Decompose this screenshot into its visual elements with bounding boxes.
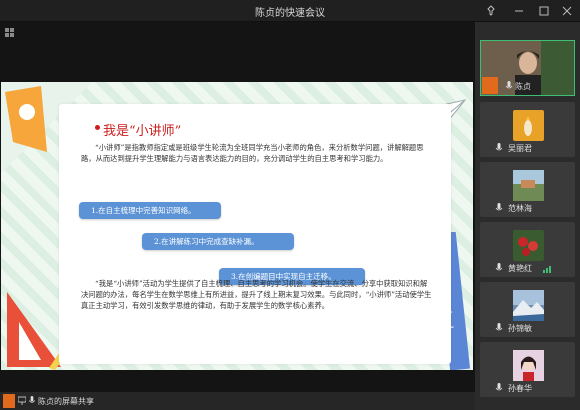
close-icon[interactable] (558, 2, 576, 20)
avatar (513, 230, 544, 261)
participant-name: 孙春华 (508, 384, 532, 393)
mic-icon (495, 383, 503, 391)
mic-icon (495, 323, 503, 331)
presentation-slide: 我是“小讲师” “小讲师”是指教师指定或是班级学生轮流为全班同学充当小老师的角色… (1, 82, 473, 370)
avatar (513, 290, 544, 321)
avatar (513, 350, 544, 381)
pin-icon[interactable] (482, 2, 500, 20)
participant-name: 吴丽君 (508, 144, 532, 153)
screen-share-label: 陈贞的屏幕共享 (38, 397, 94, 406)
participant-tile[interactable]: 吴丽君 (480, 102, 575, 157)
participant-name: 陈贞 (515, 82, 531, 91)
bottom-bar: 陈贞的屏幕共享 (0, 392, 475, 410)
slide-paragraph-1: “小讲师”是指教师指定或是班级学生轮流为全班同学充当小老师的角色，来分析数学问题… (81, 143, 424, 163)
point-1: 1.在自主梳理中完善知识网络。 (79, 202, 221, 219)
minimize-icon[interactable] (510, 2, 528, 20)
host-badge (482, 77, 498, 94)
avatar (513, 170, 544, 201)
title-bar: 陈贞的快速会议 (0, 0, 580, 22)
avatar (513, 110, 544, 141)
participant-name: 范林海 (508, 204, 532, 213)
mic-icon (495, 143, 503, 151)
title-bullet (95, 125, 100, 130)
participant-tile-camera[interactable]: 陈贞 (480, 40, 575, 96)
point-2: 2.在讲解练习中完成查缺补漏。 (142, 233, 294, 250)
participant-tile[interactable]: 黄艳红 (480, 222, 575, 277)
participants-panel: 陈贞 吴丽君 范林海 黄艳红 孙锦敏 孙春华 (475, 22, 580, 410)
screen-share-icon (18, 396, 26, 405)
ruler-decoration-icon (5, 86, 47, 152)
participant-tile[interactable]: 范林海 (480, 162, 575, 217)
signal-icon (543, 266, 551, 273)
participant-tile[interactable]: 孙春华 (480, 342, 575, 397)
participant-name: 孙锦敏 (508, 324, 532, 333)
slide-paragraph-2: “我是“小讲师”活动为学生提供了自主梳理、自主思考的学习机会。使学生在交流、分享… (81, 279, 432, 310)
slide-title: 我是“小讲师” (103, 124, 182, 139)
participant-name: 黄艳红 (508, 264, 532, 273)
mic-icon (505, 81, 513, 89)
mic-icon (29, 396, 35, 403)
mic-icon (495, 263, 503, 271)
screen-share-area: 我是“小讲师” “小讲师”是指教师指定或是班级学生轮流为全班同学充当小老师的角色… (0, 22, 475, 392)
maximize-icon[interactable] (535, 2, 553, 20)
mic-icon (495, 203, 503, 211)
grid-icon[interactable] (5, 28, 14, 37)
host-badge (3, 394, 15, 408)
participant-tile[interactable]: 孙锦敏 (480, 282, 575, 337)
